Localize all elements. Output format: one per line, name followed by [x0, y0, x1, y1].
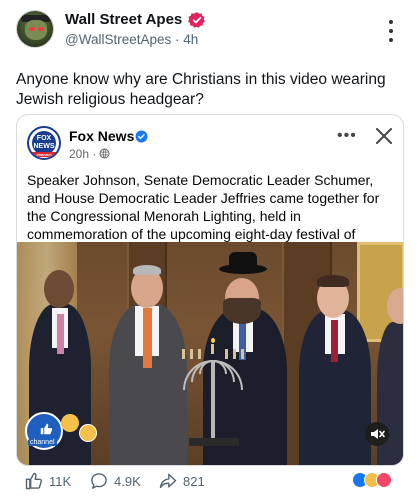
- share-button[interactable]: 821: [158, 470, 205, 492]
- card-more-options-button[interactable]: •••: [337, 127, 357, 145]
- card-time: 20h ·: [69, 147, 97, 161]
- laugh-emoji-icon: [79, 424, 97, 442]
- channel-label: channel: [28, 439, 57, 446]
- video-player[interactable]: channel: [17, 242, 403, 465]
- video-reaction-overlay: channel: [25, 412, 105, 450]
- love-reaction-icon: [376, 472, 392, 488]
- author-name[interactable]: Wall Street Apes: [65, 11, 182, 28]
- like-count: 11K: [49, 473, 72, 489]
- card-author-name[interactable]: Fox News: [69, 128, 134, 144]
- share-icon: [159, 473, 177, 489]
- post-text: Anyone know why are Christians in this v…: [16, 71, 386, 108]
- post-header: Wall Street Apes @WallStreetApes · 4h: [0, 0, 419, 60]
- mute-icon[interactable]: [365, 422, 389, 446]
- post-action-bar: 11K 4.9K 821: [16, 470, 404, 492]
- author-handle-and-time: @WallStreetApes · 4h: [65, 32, 198, 47]
- thumbs-up-icon: [40, 423, 53, 435]
- embedded-post-card[interactable]: FOX NEWS channel Fox News 20h · ••• Speake…: [16, 114, 404, 466]
- thumbs-up-icon: [25, 472, 43, 490]
- more-vertical-icon[interactable]: [384, 20, 398, 42]
- fox-news-logo[interactable]: FOX NEWS channel: [27, 126, 61, 160]
- author-handle[interactable]: @WallStreetApes: [65, 32, 171, 47]
- globe-icon: [99, 148, 110, 159]
- post-time[interactable]: 4h: [183, 32, 198, 47]
- comment-button[interactable]: 4.9K: [89, 470, 141, 492]
- verified-badge-icon: [188, 12, 205, 28]
- like-button[interactable]: 11K: [24, 470, 71, 492]
- reaction-summary[interactable]: [352, 472, 402, 490]
- share-count: 821: [183, 473, 205, 489]
- verified-badge-icon: [135, 130, 148, 143]
- close-icon[interactable]: [375, 127, 393, 145]
- sad-emoji-icon: [61, 414, 79, 432]
- comment-count: 4.9K: [114, 473, 141, 489]
- card-time-value[interactable]: 20h: [69, 147, 89, 161]
- author-avatar[interactable]: [16, 10, 54, 48]
- comment-icon: [91, 473, 107, 489]
